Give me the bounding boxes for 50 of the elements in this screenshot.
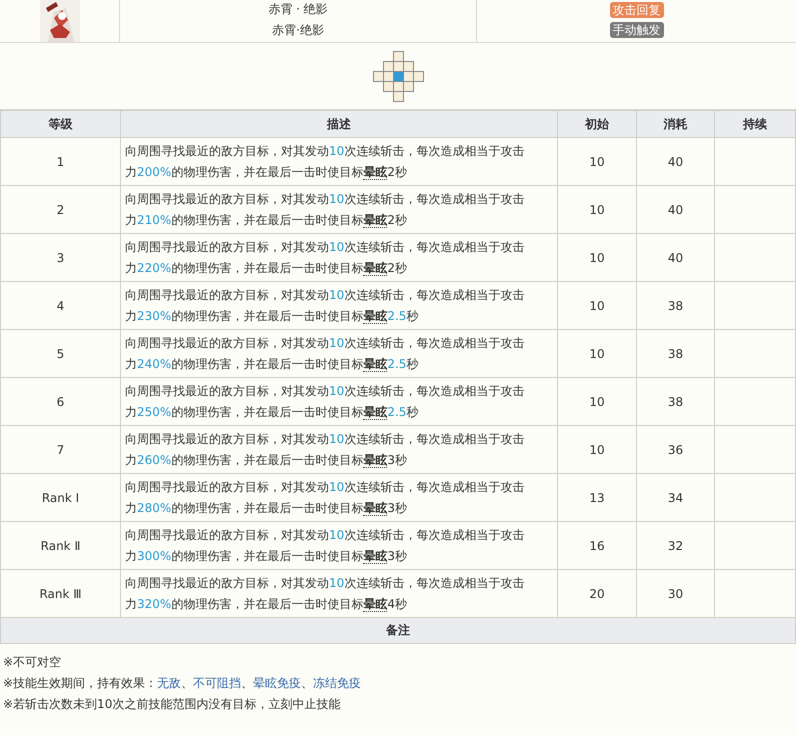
table-cell: 向周围寻找最近的敌方目标，对其发动10次连续斩击，每次造成相当于攻击力300%的物理伤害，并在最后一击时使目标晕眩3秒 [120, 522, 558, 570]
table-cell: 6 [0, 378, 120, 426]
column-header: 等级 [0, 110, 120, 138]
table-cell: 40 [636, 234, 714, 282]
note-text: ※若斩击次数未到10次之前技能范围内没有目标，立刻中止技能 [3, 696, 342, 713]
table-cell: 4 [0, 282, 120, 330]
table-cell: 10 [558, 426, 636, 474]
table-cell: 10 [558, 330, 636, 378]
table-cell: 向周围寻找最近的敌方目标，对其发动10次连续斩击，每次造成相当于攻击力210%的物理伤害，并在最后一击时使目标晕眩2秒 [120, 186, 558, 234]
table-cell: 向周围寻找最近的敌方目标，对其发动10次连续斩击，每次造成相当于攻击力230%的物理伤害，并在最后一击时使目标晕眩2.5秒 [120, 282, 558, 330]
table-cell: Rank Ⅱ [0, 522, 120, 570]
table-cell: 10 [558, 138, 636, 186]
skill-tag: 攻击回复 [610, 2, 664, 18]
table-cell: 34 [636, 474, 714, 522]
column-header: 描述 [120, 110, 558, 138]
skill-name: 赤霄 · 绝影 [268, 1, 328, 18]
table-cell: 10 [558, 378, 636, 426]
table-cell: 38 [636, 378, 714, 426]
table-cell: 10 [558, 186, 636, 234]
table-cell: 10 [558, 234, 636, 282]
column-header: 初始 [558, 110, 636, 138]
skill-tag: 手动触发 [610, 22, 664, 38]
table-cell: 10 [558, 282, 636, 330]
table-cell: 32 [636, 522, 714, 570]
table-cell: Rank Ⅰ [0, 474, 120, 522]
range-grid [373, 51, 423, 101]
table-cell: 2 [0, 186, 120, 234]
column-header: 消耗 [636, 110, 714, 138]
table-cell: 7 [0, 426, 120, 474]
table-cell: 3 [0, 234, 120, 282]
table-cell: 向周围寻找最近的敌方目标，对其发动10次连续斩击，每次造成相当于攻击力240%的物理伤害，并在最后一击时使目标晕眩2.5秒 [120, 330, 558, 378]
note-text: ※技能生效期间，持有效果：无敌、不可阻挡、晕眩免疫、冻结免疫 [3, 675, 362, 692]
table-cell: 向周围寻找最近的敌方目标，对其发动10次连续斩击，每次造成相当于攻击力220%的物理伤害，并在最后一击时使目标晕眩2秒 [120, 234, 558, 282]
table-cell: 38 [636, 282, 714, 330]
note-text: ※不可对空 [3, 654, 62, 671]
table-cell: 40 [636, 138, 714, 186]
table-cell: 13 [558, 474, 636, 522]
table-cell: 向周围寻找最近的敌方目标，对其发动10次连续斩击，每次造成相当于攻击力250%的物理伤害，并在最后一击时使目标晕眩2.5秒 [120, 378, 558, 426]
table-cell: 向周围寻找最近的敌方目标，对其发动10次连续斩击，每次造成相当于攻击力260%的物理伤害，并在最后一击时使目标晕眩3秒 [120, 426, 558, 474]
table-cell: 向周围寻找最近的敌方目标，对其发动10次连续斩击，每次造成相当于攻击力280%的物理伤害，并在最后一击时使目标晕眩3秒 [120, 474, 558, 522]
table-cell: 1 [0, 138, 120, 186]
table-cell: 40 [636, 186, 714, 234]
skill-name: 赤霄·绝影 [272, 22, 324, 39]
table-cell: 16 [558, 522, 636, 570]
table-cell: 向周围寻找最近的敌方目标，对其发动10次连续斩击，每次造成相当于攻击力200%的物理伤害，并在最后一击时使目标晕眩2秒 [120, 138, 558, 186]
table-cell: 38 [636, 330, 714, 378]
column-header: 持续 [714, 110, 796, 138]
table-cell: 5 [0, 330, 120, 378]
notes-header: 备注 [0, 618, 796, 644]
table-cell: 36 [636, 426, 714, 474]
